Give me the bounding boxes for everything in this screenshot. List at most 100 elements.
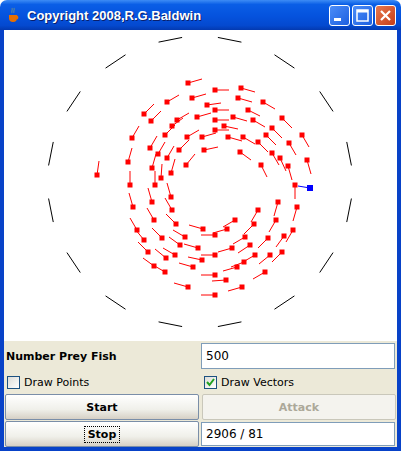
prey-fish <box>156 142 166 157</box>
prey-fish <box>189 225 206 232</box>
prey-fish <box>226 135 243 142</box>
prey-fish <box>184 244 201 251</box>
prey-fish <box>128 171 133 188</box>
prey-fish <box>238 150 252 161</box>
checkbox[interactable] <box>204 376 217 389</box>
prey-fish <box>186 79 203 86</box>
prey-fish <box>201 233 218 238</box>
prey-fish <box>212 278 229 283</box>
prey-fish <box>202 147 219 153</box>
minimize-icon <box>329 5 350 26</box>
simulation-canvas <box>4 30 397 341</box>
prey-fish <box>213 108 230 113</box>
barrier-segment <box>320 91 333 111</box>
barrier-segment <box>159 322 183 327</box>
attack-button[interactable]: Attack <box>202 394 396 420</box>
prey-fish <box>259 163 268 178</box>
prey-fish <box>166 214 179 227</box>
prey-fish <box>251 118 266 128</box>
predator-fish <box>298 185 313 191</box>
prey-fish <box>165 198 175 213</box>
barrier-segment <box>347 199 352 223</box>
prey-fish <box>239 86 256 93</box>
prey-fish <box>165 95 180 105</box>
prey-fish <box>173 230 188 240</box>
prey-fish <box>188 257 205 263</box>
barrier-segment <box>49 142 54 166</box>
prey-fish <box>264 133 277 146</box>
maximize-icon <box>352 5 373 26</box>
prey-fish <box>274 200 281 217</box>
barrier-segment <box>218 37 242 42</box>
prey-fish <box>190 94 207 101</box>
prey-fish <box>201 273 218 278</box>
barrier-segment <box>67 91 80 111</box>
prey-fish <box>95 161 100 178</box>
prey-fish <box>142 104 155 117</box>
checkbox-row[interactable]: Draw Vectors <box>201 371 397 393</box>
prey-fish <box>213 227 230 234</box>
prey-fish <box>259 253 273 265</box>
close-icon <box>375 5 396 26</box>
prey-fish <box>170 118 184 129</box>
prey-fish <box>147 208 157 223</box>
barrier-segment <box>274 296 294 309</box>
checkbox[interactable] <box>7 376 20 389</box>
prey-fish <box>201 293 218 298</box>
prey-fish <box>287 141 297 156</box>
prey-fish <box>222 124 239 130</box>
prey-fish <box>201 253 218 258</box>
prey-fish <box>205 103 222 108</box>
prey-fish <box>246 108 261 117</box>
window-title: Copyright 2008,R.G.Baldwin <box>27 8 324 23</box>
java-cup-icon <box>6 7 22 23</box>
prey-fish <box>129 193 136 210</box>
check-icon <box>205 377 216 388</box>
prey-fish <box>261 100 276 110</box>
title-bar[interactable]: Copyright 2008,R.G.Baldwin <box>0 0 401 30</box>
checkbox-row[interactable]: Draw Points <box>4 371 200 393</box>
prey-fish <box>138 242 151 255</box>
stop-button[interactable]: Stop <box>5 421 199 447</box>
prey-fish <box>278 156 287 172</box>
prey-fish <box>200 133 217 140</box>
barrier-segment <box>320 253 333 273</box>
prey-fish <box>256 140 269 153</box>
prey-fish <box>135 229 147 243</box>
prey-count-field[interactable]: 500 <box>201 343 395 369</box>
barrier-segment <box>218 322 242 327</box>
prey-fish <box>272 250 285 263</box>
barrier-segment <box>106 55 126 68</box>
prey-fish <box>241 135 256 145</box>
prey-fish <box>293 183 298 200</box>
prey-fish <box>293 205 300 222</box>
prey-fish <box>213 118 230 123</box>
prey-fish <box>148 136 158 151</box>
prey-fish <box>213 88 230 93</box>
close-button[interactable] <box>375 5 396 26</box>
barrier-segment <box>49 199 54 223</box>
prey-fish <box>169 237 183 248</box>
prey-fish <box>228 285 245 292</box>
prey-fish <box>179 263 196 270</box>
prey-fish <box>269 218 279 233</box>
prey-fish <box>130 126 140 141</box>
prey-fish <box>155 249 169 261</box>
barrier-segment <box>67 253 80 273</box>
prey-fish <box>149 111 162 124</box>
prey-fish <box>126 148 133 165</box>
maximize-button[interactable] <box>352 5 373 26</box>
prey-fish <box>175 113 190 123</box>
prey-fish <box>195 113 212 120</box>
prey-fish <box>167 183 174 200</box>
prey-fish <box>251 208 261 223</box>
prey-fish <box>305 158 312 175</box>
barrier-segment <box>274 55 294 68</box>
barrier-segment <box>347 142 352 166</box>
status-field[interactable]: 2906 / 81 <box>201 422 395 446</box>
prey-fish <box>218 246 235 253</box>
start-button[interactable]: Start <box>5 394 199 420</box>
minimize-button[interactable] <box>329 5 350 26</box>
prey-count-label: Number Prey Fish <box>4 342 200 370</box>
prey-fish <box>148 188 155 205</box>
